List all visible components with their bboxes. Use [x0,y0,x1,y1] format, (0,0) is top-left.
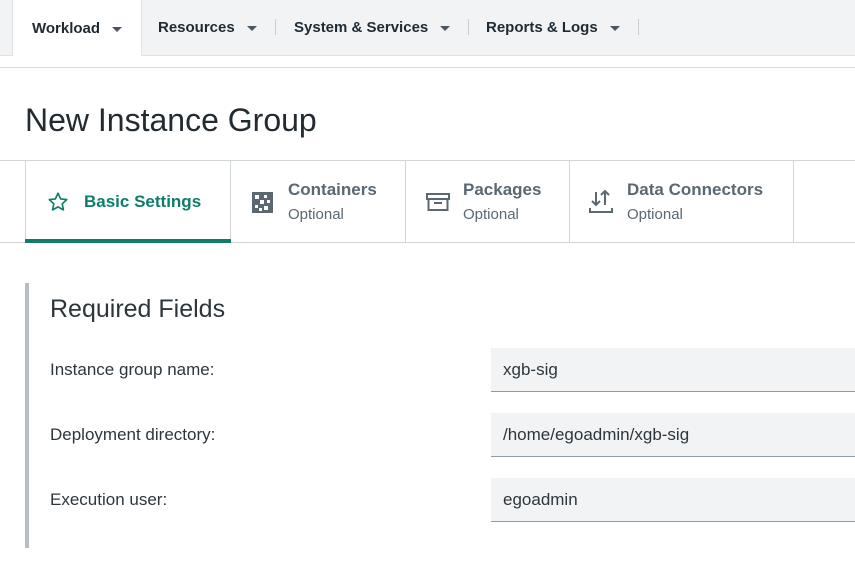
page-title: New Instance Group [25,102,317,138]
required-fields-section: Required Fields Instance group name: Dep… [25,283,855,548]
nav-menu-label: System & Services [294,18,429,36]
nav-menu-label: Resources [158,18,235,36]
nav-menu-system-services[interactable]: System & Services [294,0,451,54]
header-divider [0,67,855,68]
tab-title: Basic Settings [84,192,202,211]
tab-containers[interactable]: Containers Optional [230,161,406,242]
tab-basic-settings[interactable]: Basic Settings [25,161,231,243]
nav-divider [275,19,276,35]
package-box-icon [426,193,450,216]
nav-menu-label: Reports & Logs [486,18,598,36]
nav-menu-reports-logs[interactable]: Reports & Logs [486,0,620,54]
nav-divider [468,19,469,35]
active-tab-indicator [25,239,231,243]
wizard-tabs: Basic Settings Containers Optional Packa… [0,160,855,243]
chevron-down-icon [112,26,123,32]
tab-subtitle: Optional [463,206,519,223]
tab-title: Data Connectors [627,180,764,199]
execution-user-input[interactable] [491,478,855,522]
tab-title: Packages [463,180,542,199]
instance-group-name-input[interactable] [491,348,855,392]
field-label: Execution user: [50,490,168,509]
field-label: Instance group name: [50,360,215,379]
grid-icon [252,192,273,218]
tab-packages[interactable]: Packages Optional [405,161,570,242]
field-label: Deployment directory: [50,425,216,444]
tab-subtitle: Optional [627,206,683,223]
nav-menu-label: Workload [32,19,101,37]
nav-menu-workload[interactable]: Workload [12,0,142,56]
nav-divider [638,19,639,35]
deployment-directory-input[interactable] [491,413,855,457]
chevron-down-icon [246,25,257,31]
tab-data-connectors[interactable]: Data Connectors Optional [569,161,794,242]
tab-subtitle: Optional [288,206,344,223]
star-icon [47,191,69,218]
tab-title: Containers [288,180,377,199]
data-transfer-icon [589,188,615,219]
chevron-down-icon [609,25,620,31]
top-navigation: Workload Resources System & Services Rep… [0,0,855,56]
nav-menu-resources[interactable]: Resources [158,0,257,54]
section-heading: Required Fields [50,295,226,323]
chevron-down-icon [440,25,451,31]
